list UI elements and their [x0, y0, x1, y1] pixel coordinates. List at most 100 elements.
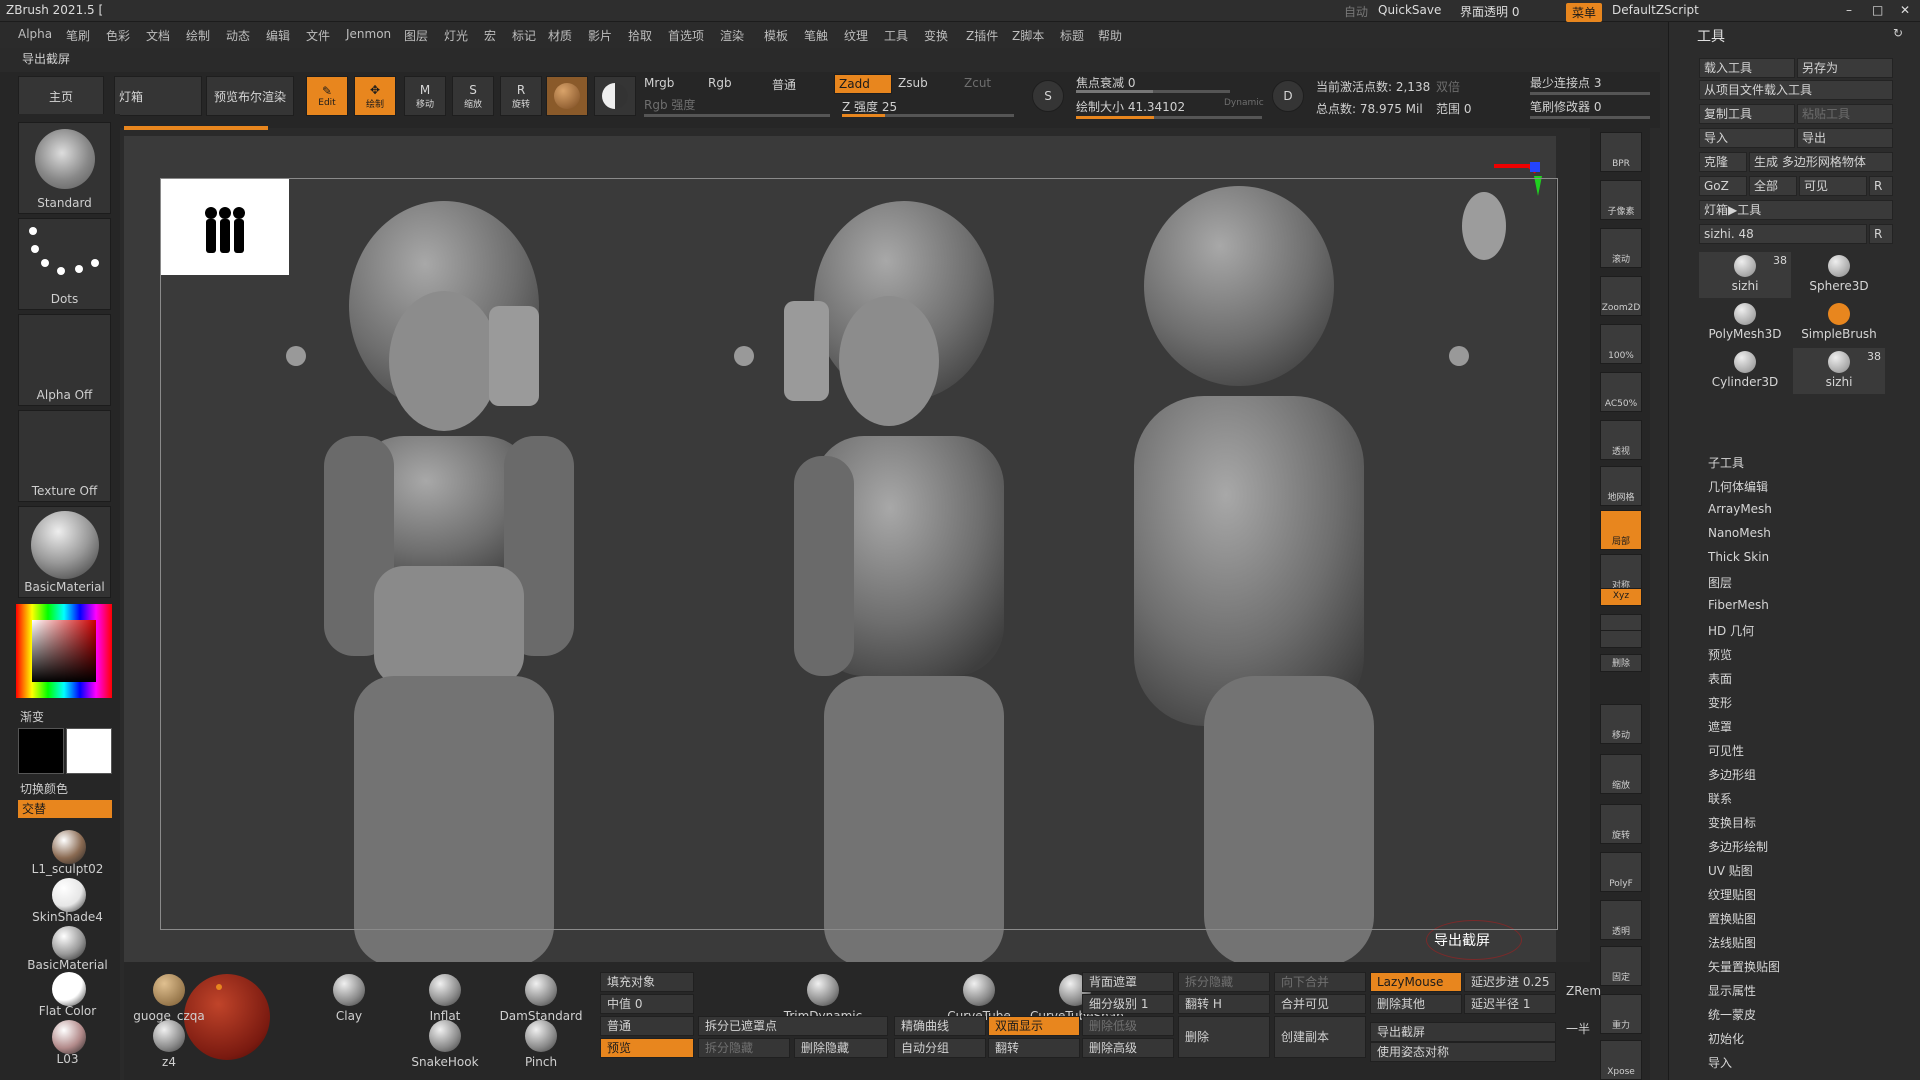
normal-button[interactable]: 普通 — [600, 1016, 694, 1036]
strip-button-1[interactable]: 子像素 — [1600, 180, 1642, 220]
subpalette-20[interactable]: 法线贴图 — [1708, 934, 1756, 951]
normal-blend[interactable]: 普通 — [772, 76, 796, 93]
strip-button-19[interactable]: 固定 — [1600, 946, 1642, 986]
alternate-button[interactable]: 交替 — [18, 800, 112, 818]
flip-h-button[interactable]: 翻转 H — [1178, 994, 1270, 1014]
strip-button-4[interactable]: 100% — [1600, 324, 1642, 364]
subpalette-19[interactable]: 置换贴图 — [1708, 910, 1756, 927]
backface-mask-button[interactable]: 背面遮罩 — [1082, 972, 1174, 992]
mrgb-toggle[interactable]: Mrgb — [644, 76, 674, 90]
split-hidden-button[interactable]: 拆分隐藏 — [698, 1038, 790, 1058]
tool-thumb-5[interactable]: sizhi 38 — [1793, 348, 1885, 394]
material-swatch-0[interactable] — [52, 830, 86, 864]
subpalette-18[interactable]: 纹理贴图 — [1708, 886, 1756, 903]
goz-button[interactable]: GoZ — [1699, 176, 1747, 196]
minimize-icon[interactable]: – — [1846, 3, 1852, 17]
strip-button-0[interactable]: BPR — [1600, 132, 1642, 172]
menu-item-7[interactable]: 文件 — [306, 27, 330, 44]
menu-item-8[interactable]: Jenmon — [346, 27, 391, 41]
strip-button-13[interactable]: 删除 — [1600, 654, 1642, 672]
preview-button[interactable]: 预览 — [600, 1038, 694, 1058]
tab-lightbox[interactable]: 灯箱 — [114, 76, 202, 116]
fill-object-button[interactable]: 填充对象 — [600, 972, 694, 992]
zremesher-label[interactable]: ZRem — [1566, 984, 1601, 998]
export-screen-button[interactable]: 导出截屏 — [1370, 1022, 1556, 1042]
move-button[interactable]: M 移动 — [404, 76, 446, 116]
use-pose-symmetry-button[interactable]: 使用姿态对称 — [1370, 1042, 1556, 1062]
menu-item-19[interactable]: 笔触 — [804, 27, 828, 44]
brush-2[interactable]: Clay — [304, 974, 394, 1023]
stroke-thumbnail[interactable]: Dots — [18, 218, 111, 310]
strip-button-5[interactable]: AC50% — [1600, 372, 1642, 412]
subpalette-7[interactable]: HD 几何 — [1708, 622, 1754, 639]
brush-0[interactable]: guoge_czqa — [124, 974, 214, 1023]
import-button[interactable]: 导入 — [1699, 128, 1795, 148]
rgb-toggle[interactable]: Rgb — [708, 76, 732, 90]
zsub-toggle[interactable]: Zsub — [898, 76, 928, 90]
menu-item-23[interactable]: Z插件 — [966, 27, 998, 44]
load-tool-button[interactable]: 载入工具 — [1699, 58, 1795, 78]
brush-3[interactable]: Inflat — [400, 974, 490, 1023]
menu-item-20[interactable]: 纹理 — [844, 27, 868, 44]
menu-item-21[interactable]: 工具 — [884, 27, 908, 44]
brush-4[interactable]: SnakeHook — [400, 1020, 490, 1069]
current-tool-slider[interactable]: sizhi. 48 — [1699, 224, 1867, 244]
menu-item-18[interactable]: 模板 — [764, 27, 788, 44]
lazy-radius-slider[interactable]: 延迟半径 1 — [1464, 994, 1556, 1014]
menu-item-24[interactable]: Z脚本 — [1012, 27, 1044, 44]
double-toggle[interactable]: 双倍 — [1436, 78, 1460, 95]
menu-item-4[interactable]: 绘制 — [186, 27, 210, 44]
tab-home[interactable]: 主页 — [18, 76, 104, 116]
strip-button-21[interactable]: Xpose — [1600, 1040, 1642, 1080]
lazy-step-slider[interactable]: 延迟步进 0.25 — [1464, 972, 1556, 992]
current-tool-r-button[interactable]: R — [1869, 224, 1893, 244]
menu-item-6[interactable]: 编辑 — [266, 27, 290, 44]
primary-color-swatch[interactable] — [66, 728, 112, 774]
strip-button-2[interactable]: 滚动 — [1600, 228, 1642, 268]
make-polymesh-button[interactable]: 生成 多边形网格物体 — [1749, 152, 1893, 172]
subpalette-22[interactable]: 显示属性 — [1708, 982, 1756, 999]
menu-item-3[interactable]: 文档 — [146, 27, 170, 44]
menu-item-22[interactable]: 变换 — [924, 27, 948, 44]
alpha-thumbnail[interactable]: Alpha Off — [18, 314, 111, 406]
double-sided-button[interactable]: 双面显示 — [988, 1016, 1080, 1036]
switch-color-button[interactable]: 切换颜色 — [20, 780, 68, 797]
refresh-icon[interactable]: ↻ — [1893, 26, 1903, 40]
menu-button[interactable]: 菜单 — [1566, 3, 1603, 22]
tool-thumb-3[interactable]: SimpleBrush — [1793, 300, 1885, 346]
lightbox-tools-button[interactable]: 灯箱▶工具 — [1699, 200, 1893, 220]
maximize-icon[interactable]: □ — [1872, 3, 1883, 17]
visible-button[interactable]: 可见 — [1799, 176, 1867, 196]
delete-lower-button[interactable]: 删除低级 — [1082, 1016, 1174, 1036]
rgb-intensity-slider[interactable]: Rgb 强度 — [644, 96, 695, 113]
draw-size-track[interactable] — [1076, 116, 1262, 119]
menu-item-17[interactable]: 渲染 — [720, 27, 744, 44]
min-connect-track[interactable] — [1530, 92, 1650, 95]
brush-5[interactable]: DamStandard — [496, 974, 586, 1023]
strip-button-7[interactable]: 地网格 — [1600, 466, 1642, 506]
strip-button-6[interactable]: 透视 — [1600, 420, 1642, 460]
auto-group-button[interactable]: 自动分组 — [894, 1038, 986, 1058]
strip-button-14[interactable]: 移动 — [1600, 704, 1642, 744]
strip-button-8[interactable]: 局部 — [1600, 510, 1642, 550]
subpalette-11[interactable]: 遮罩 — [1708, 718, 1732, 735]
split-hidden-button-2[interactable]: 拆分隐藏 — [1178, 972, 1270, 992]
save-as-button[interactable]: 另存为 — [1797, 58, 1893, 78]
scale-button[interactable]: S 缩放 — [452, 76, 494, 116]
subpalette-17[interactable]: UV 贴图 — [1708, 862, 1753, 879]
brush-modifier-track[interactable] — [1530, 116, 1650, 119]
range-slider[interactable]: 范围 0 — [1436, 100, 1471, 117]
menu-item-5[interactable]: 动态 — [226, 27, 250, 44]
subpalette-13[interactable]: 多边形组 — [1708, 766, 1756, 783]
strip-button-20[interactable]: 重力 — [1600, 994, 1642, 1034]
default-zscript[interactable]: DefaultZScript — [1612, 3, 1699, 17]
brush-thumbnail[interactable]: Standard — [18, 122, 111, 214]
secondary-color-swatch[interactable] — [18, 728, 64, 774]
menu-item-11[interactable]: 宏 — [484, 27, 496, 44]
export-button[interactable]: 导出 — [1797, 128, 1893, 148]
interface-transparency[interactable]: 界面透明 0 — [1460, 3, 1519, 20]
tool-thumb-4[interactable]: Cylinder3D — [1699, 348, 1791, 394]
quicksave-button[interactable]: QuickSave — [1378, 3, 1441, 17]
edit-button[interactable]: ✎ Edit — [306, 76, 348, 116]
menu-item-1[interactable]: 笔刷 — [66, 27, 90, 44]
